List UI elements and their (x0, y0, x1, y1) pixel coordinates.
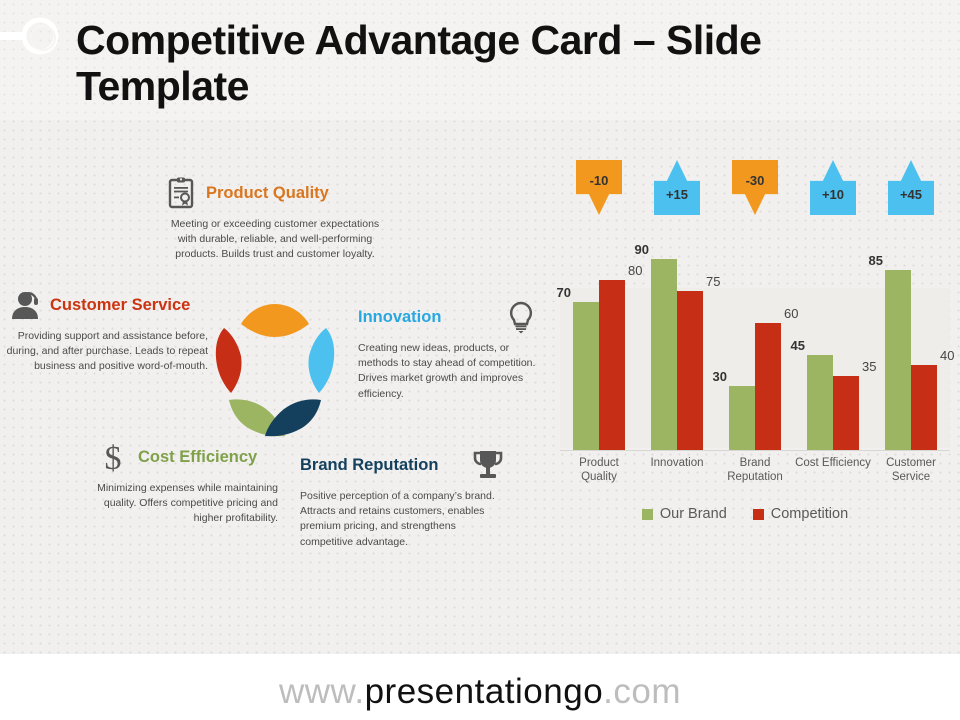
card-description: Minimizing expenses while maintaining qu… (97, 482, 278, 525)
chart-legend: Our Brand Competition (540, 506, 950, 522)
bar-group: 90 75 (635, 238, 720, 450)
clipboard-quality-icon (168, 177, 194, 209)
card-description: Providing support and assistance before,… (6, 330, 208, 373)
page-title: Competitive Advantage Card – Slide Templ… (76, 17, 762, 109)
card-title: Customer Service (50, 295, 191, 314)
card-title: Product Quality (206, 183, 329, 202)
bar-our-brand: 85 (869, 254, 911, 450)
bar-our-brand: 70 (557, 286, 599, 450)
bar-competition: 60 (755, 307, 798, 450)
card-title: Cost Efficiency (138, 447, 258, 466)
badge-label: +45 (899, 187, 923, 202)
card-header: Brand Reputation (300, 448, 505, 482)
pinwheel-petal-upper-right (308, 328, 335, 393)
delta-badge-brand-reputation: -30 (732, 160, 778, 215)
bar-our-brand: 90 (635, 243, 677, 450)
legend-swatch (752, 508, 764, 520)
x-axis-label: Brand Reputation (727, 457, 783, 484)
card-title: Innovation (358, 307, 442, 326)
card-header: Product Quality (150, 176, 400, 210)
x-axis-label: Innovation (650, 457, 704, 469)
pinwheel-graphic (215, 304, 335, 437)
delta-badge-cost-efficiency: +10 (810, 160, 856, 215)
badge-label: +10 (821, 187, 845, 202)
headset-support-icon (12, 292, 38, 319)
bar-group: 45 35 (791, 238, 876, 450)
card-brand-reputation[interactable]: Brand Reputation Positive perception of … (300, 448, 505, 550)
card-header: Customer Service (2, 288, 212, 322)
pinwheel-petal-top (241, 304, 309, 337)
bar-competition: 40 (911, 349, 954, 450)
x-axis-label: Cost Efficiency (795, 457, 871, 469)
card-title: Brand Reputation (300, 455, 439, 474)
x-axis-label: Product Quality (579, 457, 619, 484)
bar-value-label: 30 (712, 369, 727, 385)
bar-value-label: 90 (634, 242, 649, 258)
bar-group: 30 60 (713, 238, 798, 450)
dollar-sign-icon: $ (105, 440, 122, 474)
legend-item[interactable]: Our Brand (641, 506, 727, 522)
bar-value-label: 70 (556, 284, 571, 300)
magnifier-decoration-icon (0, 17, 59, 55)
bar-value-label: 45 (790, 337, 805, 353)
footer-brand: presentationgo (364, 672, 604, 711)
card-description: Creating new ideas, products, or methods… (358, 342, 536, 400)
bar-value-label: 40 (940, 348, 955, 364)
bar-our-brand: 30 (713, 370, 755, 450)
bar-groups: 70 80 90 75 30 60 45 35 85 40 (557, 238, 954, 450)
svg-text:$: $ (105, 440, 122, 474)
trophy-icon (473, 451, 503, 478)
card-customer-service[interactable]: Customer Service Providing support and a… (2, 288, 212, 375)
legend-label: Our Brand (659, 506, 727, 522)
delta-badges: -10 +15 -30 +10 +45 (540, 160, 950, 220)
x-axis-line (560, 450, 950, 451)
delta-badge-innovation: +15 (654, 160, 700, 215)
bar-value-label: 85 (868, 252, 883, 268)
bar-group: 85 40 (869, 238, 954, 450)
card-header: Innovation (358, 300, 538, 334)
bar-group: 70 80 (557, 238, 642, 450)
slide-canvas: Competitive Advantage Card – Slide Templ… (0, 0, 960, 720)
delta-badge-customer-service: +45 (888, 160, 934, 215)
badge-label: -10 (589, 173, 609, 188)
comparison-bar-chart: -10 +15 -30 +10 +45 70 80 90 75 30 60 45 35 85 40 Pro… (540, 150, 954, 530)
card-product-quality[interactable]: Product Quality Meeting or exceeding cus… (150, 176, 400, 263)
legend-item[interactable]: Competition (752, 506, 849, 522)
legend-label: Competition (770, 506, 849, 522)
card-header: $ Cost Efficiency (78, 440, 278, 474)
delta-badge-product-quality: -10 (576, 160, 622, 215)
card-description: Meeting or exceeding customer expectatio… (170, 218, 380, 261)
card-description: Positive perception of a company’s brand… (300, 490, 495, 548)
footer-prefix: www. (278, 672, 365, 711)
bar-our-brand: 45 (791, 339, 833, 450)
legend-swatch (641, 508, 653, 520)
badge-label: +15 (665, 187, 689, 202)
footer-watermark: www.presentationgo.com (0, 672, 960, 712)
pinwheel-petal-upper-left (215, 328, 242, 393)
x-axis-label: Customer Service (886, 457, 936, 484)
badge-label: -30 (745, 173, 765, 188)
bar-competition: 75 (677, 275, 720, 450)
bar-competition: 35 (833, 360, 876, 450)
bar-competition: 80 (599, 264, 642, 450)
footer-suffix: .com (603, 672, 682, 711)
card-innovation[interactable]: Innovation Creating new ideas, products,… (358, 300, 538, 402)
x-axis-labels: Product Quality Innovation Brand Reputatio… (560, 456, 950, 502)
card-cost-efficiency[interactable]: $ Cost Efficiency Minimizing expenses wh… (78, 440, 278, 527)
lightbulb-icon (509, 301, 533, 334)
